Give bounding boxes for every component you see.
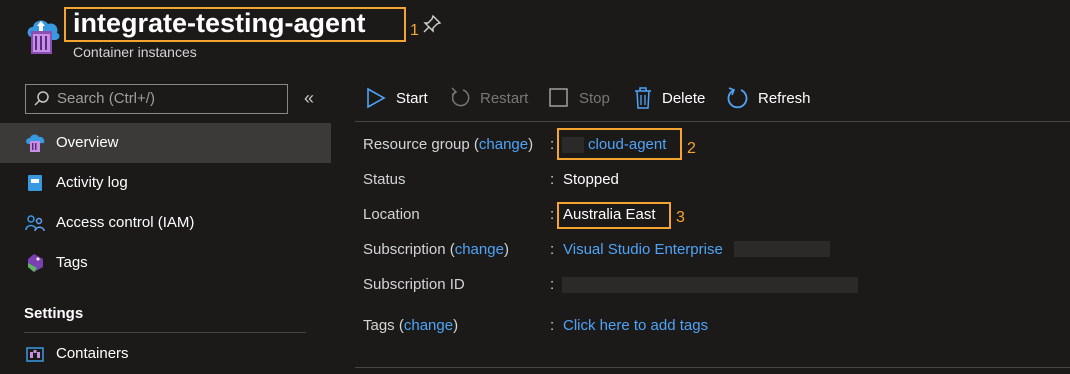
sidebar-item-label: Containers [56,345,129,362]
resource-group-link[interactable]: cloud-agent [588,136,666,153]
search-placeholder: Search (Ctrl+/) [57,90,155,107]
sidebar-item-label: Overview [56,134,119,151]
add-tags-link[interactable]: Click here to add tags [563,317,708,334]
redacted-block [734,241,830,257]
sidebar-item-overview[interactable]: Overview [0,123,331,163]
subscription-label: Subscription (change) [363,241,509,258]
toolbar-divider [355,121,1070,122]
sidebar-item-containers[interactable]: Containers [0,334,331,374]
subscription-change-link[interactable]: change [455,241,504,258]
callout-number-2: 2 [687,140,696,157]
subscription-link[interactable]: Visual Studio Enterprise [563,241,723,258]
containers-icon [26,347,44,362]
location-label: Location [363,206,420,223]
restart-button[interactable]: Restart [449,86,534,112]
search-icon [34,91,49,106]
stop-icon [549,88,568,107]
page-title: integrate-testing-agent [73,8,366,38]
settings-section-header: Settings [24,305,84,322]
resource-group-change-link[interactable]: change [479,136,528,153]
activity-log-icon [28,175,42,191]
sidebar-item-access-control[interactable]: Access control (IAM) [0,203,331,243]
essentials-bottom-divider [355,367,1070,368]
redacted-subscription-id [562,277,858,293]
play-icon [367,87,386,109]
sidebar-item-activity-log[interactable]: Activity log [0,163,331,203]
resource-group-label: Resource group (change) [363,136,534,153]
sidebar-item-tags[interactable]: Tags [0,243,331,283]
location-value: Australia East [563,206,656,223]
collapse-sidebar-icon[interactable]: « [304,88,314,109]
refresh-icon [727,87,748,109]
callout-number-1: 1 [410,22,419,39]
overview-icon [26,134,45,152]
status-label: Status [363,171,406,188]
delete-icon [635,87,651,109]
tags-change-link[interactable]: change [404,317,453,334]
iam-icon [25,215,45,232]
page-subtitle: Container instances [73,44,197,60]
tags-label: Tags (change) [363,317,459,334]
sidebar-item-label: Activity log [56,174,128,191]
status-value: Stopped [563,171,619,188]
subscription-id-label: Subscription ID [363,276,465,293]
delete-button[interactable]: Delete [632,86,712,112]
tag-icon [28,254,43,272]
start-button[interactable]: Start [365,86,435,112]
restart-icon [451,87,470,107]
container-instances-icon [27,20,60,54]
sidebar-item-label: Access control (IAM) [56,214,195,231]
settings-divider [24,332,306,333]
redacted-block [562,137,584,153]
stop-button[interactable]: Stop [548,86,613,112]
refresh-button[interactable]: Refresh [726,86,816,112]
pin-icon[interactable] [422,14,442,34]
callout-number-3: 3 [676,209,685,226]
sidebar-item-label: Tags [56,254,88,271]
